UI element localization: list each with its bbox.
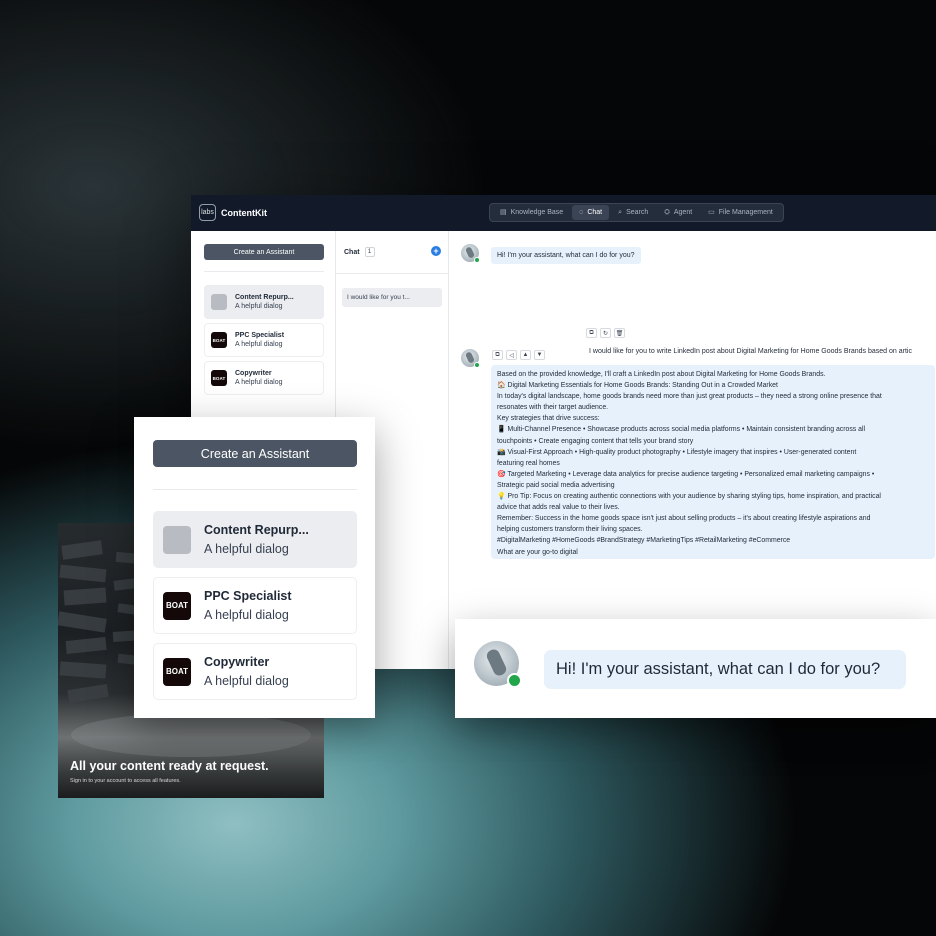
divider [204,271,324,272]
boat-logo-icon: BOAT [163,591,191,620]
assistant-subtitle: A helpful dialog [235,341,283,348]
greeting-message: Hi! I'm your assistant, what can I do fo… [491,247,641,264]
assistant-subtitle: A helpful dialog [235,379,283,386]
agent-icon: ⛭ [664,209,670,216]
answer-line: What are your go-to digital [497,548,578,556]
chat-list-item[interactable]: I would like for you t... [342,288,442,307]
nav-label: Agent [673,209,693,216]
answer-line: 📸 Visual-First Approach • High-quality p… [497,448,857,456]
assistant-name: Content Repurp... [235,294,294,301]
assistant-item-ppc-specialist[interactable]: BOAT PPC Specialist A helpful dialog [204,323,324,357]
assistant-subtitle: A helpful dialog [235,303,283,310]
answer-line: #DigitalMarketing #HomeGoods #BrandStrat… [497,537,791,545]
answer-line: Key strategies that drive success: [497,415,600,423]
nav-file-management[interactable]: ▭ File Management [701,205,780,220]
assistant-item-content-repurposer[interactable]: Content Repurp... A helpful dialog [204,285,324,319]
create-assistant-button[interactable]: Create an Assistant [204,244,324,260]
nav-label: Search [626,209,649,216]
copy-icon[interactable]: ⧉ [586,328,597,338]
trash-icon[interactable]: 🗑 [614,328,625,338]
database-icon: ▤ [500,209,507,216]
assistant-item-copywriter[interactable]: BOAT Copywriter A helpful dialog [204,361,324,395]
answer-line: 📱 Multi-Channel Presence • Showcase prod… [497,426,866,434]
answer-line: advice that adds real value to their liv… [497,504,620,512]
answer-line: featuring real homes [497,459,560,467]
conversation-panel: Hi! I'm your assistant, what can I do fo… [449,231,936,669]
divider [153,489,357,490]
answer-line: Remember: Success in the home goods spac… [497,515,871,523]
nav-label: File Management [718,209,773,216]
online-status-dot [507,673,522,688]
answer-line: 💡 Pro Tip: Focus on creating authentic c… [497,493,881,501]
copy-icon[interactable]: ⧉ [492,350,503,360]
assistant-answer: Based on the provided knowledge, I'll cr… [491,365,935,559]
answer-line: 🏠 Digital Marketing Essentials for Home … [497,382,778,390]
user-message-actions: ⧉ ↻ 🗑 [586,328,625,338]
speaker-icon[interactable]: ◁ [506,350,517,360]
online-status-dot [474,362,480,368]
greeting-message: Hi! I'm your assistant, what can I do fo… [544,650,906,689]
nav-chat[interactable]: ◌ Chat [572,205,610,220]
answer-actions: ⧉ ◁ ▲ ▼ [492,350,545,360]
assistant-subtitle: A helpful dialog [204,542,289,556]
answer-line: Strategic paid social media advertising [497,481,615,489]
new-chat-plus-icon[interactable]: + [431,246,441,256]
answer-line: resonates with their target audience. [497,404,609,412]
refresh-icon[interactable]: ↻ [600,328,611,338]
nav-agent[interactable]: ⛭ Agent [657,205,699,220]
avatar [211,294,227,310]
boat-logo-icon: BOAT [211,370,227,386]
assistant-subtitle: A helpful dialog [204,608,289,622]
folder-icon: ▭ [708,209,715,216]
assistant-name: PPC Specialist [235,332,285,339]
nav-search[interactable]: ⌕ Search [611,205,655,220]
create-assistant-button[interactable]: Create an Assistant [153,440,357,467]
brand-name: ContentKit [221,207,267,218]
nav-label: Knowledge Base [510,209,564,216]
user-message: I would like for you to write LinkedIn p… [589,348,912,355]
chat-icon: ◌ [579,209,584,216]
chat-list-title: Chat [344,248,360,256]
chat-count-badge: 1 [364,247,375,257]
assistant-item-copywriter[interactable]: BOAT Copywriter A helpful dialog [153,643,357,700]
boat-logo-icon: BOAT [163,657,191,686]
assistant-item-content-repurposer[interactable]: Content Repurp... A helpful dialog [153,511,357,568]
thumbs-up-icon[interactable]: ▲ [520,350,531,360]
top-bar: labs ContentKit ▤ Knowledge Base ◌ Chat … [191,195,936,231]
nav-label: Chat [587,209,603,216]
search-icon: ⌕ [618,209,623,216]
zoomed-assistant-sidebar: Create an Assistant Content Repurp... A … [134,417,375,718]
answer-line: helping customers transform their living… [497,526,643,534]
assistant-name: Content Repurp... [204,523,309,537]
assistant-name: Copywriter [204,655,270,669]
online-status-dot [474,257,480,263]
assistant-subtitle: A helpful dialog [204,674,289,688]
assistant-name: PPC Specialist [204,589,292,603]
login-subtext: Sign in to your account to access all fe… [70,778,181,784]
brand[interactable]: labs ContentKit [199,204,267,221]
login-headline: All your content ready at request. [70,759,269,773]
main-nav: ▤ Knowledge Base ◌ Chat ⌕ Search ⛭ Agent… [489,203,784,222]
assistant-name: Copywriter [235,370,272,377]
boat-logo-icon: BOAT [211,332,227,348]
assistant-item-ppc-specialist[interactable]: BOAT PPC Specialist A helpful dialog [153,577,357,634]
thumbs-down-icon[interactable]: ▼ [534,350,545,360]
avatar [163,525,191,554]
answer-line: In today's digital landscape, home goods… [497,393,882,401]
answer-line: 🎯 Targeted Marketing • Leverage data ana… [497,470,875,478]
zoomed-greeting-card: Hi! I'm your assistant, what can I do fo… [455,619,936,718]
answer-line: touchpoints • Create engaging content th… [497,437,694,445]
nav-knowledge-base[interactable]: ▤ Knowledge Base [493,205,570,220]
answer-line: Based on the provided knowledge, I'll cr… [497,371,826,378]
logo-icon: labs [199,204,216,221]
